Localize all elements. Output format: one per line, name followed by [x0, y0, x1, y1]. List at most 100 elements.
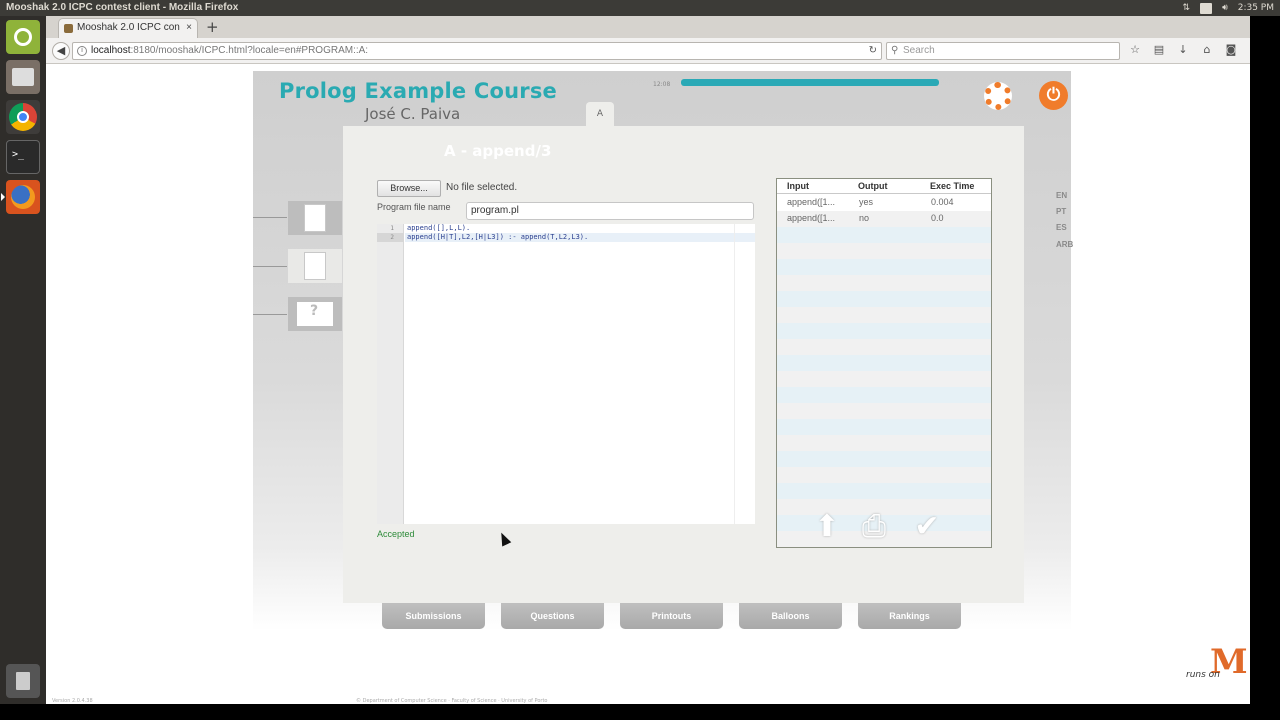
url-path: :8180/mooshak/ICPC.html?locale=en#PROGRA… [130, 45, 369, 56]
firefox-icon[interactable] [1, 180, 40, 214]
ubuntu-dash-icon[interactable] [6, 20, 40, 54]
table-stripe [777, 467, 991, 483]
volume-icon[interactable]: 🔊︎ [1222, 0, 1228, 16]
mooshak-app: Prolog Example Course José C. Paiva 12:0… [253, 71, 1073, 631]
side-connector [253, 217, 287, 218]
runs-on-text: runs on [1186, 670, 1220, 680]
table-row[interactable]: append([1... no 0.0 [777, 211, 991, 227]
clock[interactable]: 2:35 PM [1238, 0, 1274, 16]
bookmark-star-icon[interactable]: ☆ [1128, 43, 1142, 56]
problem-tab-a[interactable]: A [586, 102, 614, 126]
favicon-icon [64, 24, 73, 33]
firefox-window: Mooshak 2.0 ICPC con × + ◀ i localhost:8… [46, 16, 1250, 704]
back-button[interactable]: ◀ [52, 42, 70, 60]
print-icon[interactable]: ⎙ [857, 509, 891, 544]
col-output: Output [858, 181, 888, 191]
screen-edge [1250, 16, 1280, 704]
browser-tab[interactable]: Mooshak 2.0 ICPC con × [58, 18, 198, 38]
home-icon[interactable]: ⌂ [1200, 43, 1214, 56]
table-stripe [777, 451, 991, 467]
table-stripe [777, 387, 991, 403]
line-number: 2 [390, 234, 394, 241]
tab-submissions[interactable]: Submissions [382, 603, 485, 629]
document-icon [305, 205, 325, 231]
col-input: Input [787, 181, 809, 191]
web-page: Prolog Example Course José C. Paiva 12:0… [46, 64, 1250, 704]
results-table: Input Output Exec Time append([1... yes … [776, 178, 992, 548]
launcher: >_ [0, 16, 46, 704]
reload-icon[interactable]: ↻ [869, 43, 877, 59]
keyboard-layout-indicator[interactable]: PT [1200, 2, 1213, 14]
reading-list-icon[interactable]: ▤ [1152, 43, 1166, 56]
pocket-icon[interactable]: ◙ [1224, 43, 1238, 56]
search-placeholder: Search [903, 45, 935, 56]
search-bar[interactable]: ⚲ Search [886, 42, 1120, 60]
envelope-question-icon [297, 302, 333, 326]
edit-document-icon [305, 253, 325, 279]
lang-es[interactable]: ES [1056, 223, 1067, 232]
table-stripe [777, 243, 991, 259]
logout-power-icon[interactable]: ⏻ [1039, 81, 1068, 110]
trash-icon[interactable] [6, 664, 40, 698]
nav-bar: ◀ i localhost:8180/mooshak/ICPC.html?loc… [46, 38, 1250, 64]
table-stripe [777, 307, 991, 323]
chrome-icon[interactable] [6, 100, 40, 134]
downloads-icon[interactable]: ↓ [1176, 43, 1190, 56]
tab-questions[interactable]: Questions [501, 603, 604, 629]
files-icon[interactable] [6, 60, 40, 94]
terminal-icon[interactable]: >_ [6, 140, 40, 174]
table-stripe [777, 355, 991, 371]
search-icon: ⚲ [891, 45, 899, 56]
file-status: No file selected. [446, 182, 518, 193]
timer-label: 12:08 [653, 81, 671, 88]
cell-exec-time: 0.004 [931, 197, 954, 207]
bottom-nav: Submissions Questions Printouts Balloons… [382, 603, 961, 629]
tab-strip: Mooshak 2.0 ICPC con × + [46, 16, 1250, 38]
view-problem-button[interactable] [288, 201, 342, 235]
edit-program-button[interactable] [288, 249, 342, 283]
side-connector [253, 266, 287, 267]
table-row[interactable]: append([1... yes 0.004 [777, 195, 991, 211]
url-bar[interactable]: i localhost:8180/mooshak/ICPC.html?local… [72, 42, 882, 60]
code-line[interactable]: append([H|T],L2,[H|L3]) :- append(T,L2,L… [407, 233, 588, 242]
editor-gutter [377, 224, 404, 524]
code-editor[interactable]: 1 append([],L,L). 2 append([H|T],L2,[H|L… [377, 224, 755, 524]
table-stripe [777, 371, 991, 387]
table-stripe [777, 483, 991, 499]
runs-on-logo: M runs on [1186, 642, 1250, 704]
ask-question-button[interactable] [288, 297, 342, 331]
os-top-bar: Mooshak 2.0 ICPC contest client - Mozill… [0, 0, 1280, 16]
table-stripe [777, 339, 991, 355]
screen-edge-bottom [0, 704, 1280, 720]
tab-rankings[interactable]: Rankings [858, 603, 961, 629]
program-file-input[interactable]: program.pl [466, 202, 754, 220]
problem-panel: A - append/3 Browse... No file selected.… [343, 126, 1024, 603]
program-file-label: Program file name [377, 202, 451, 212]
site-info-icon[interactable]: i [77, 46, 87, 56]
code-line[interactable]: append([],L,L). [407, 224, 470, 233]
cell-output: yes [859, 197, 874, 207]
browse-button[interactable]: Browse... [377, 180, 441, 197]
window-title: Mooshak 2.0 ICPC contest client - Mozill… [6, 2, 239, 13]
tab-printouts[interactable]: Printouts [620, 603, 723, 629]
cell-input: append([1... [787, 197, 836, 207]
lang-pt[interactable]: PT [1056, 207, 1066, 216]
time-progress-bar [681, 79, 939, 86]
help-lifebuoy-icon[interactable] [984, 82, 1012, 110]
col-exec-time: Exec Time [930, 181, 975, 191]
table-stripe [777, 259, 991, 275]
print-margin [734, 224, 735, 524]
lang-arb[interactable]: ARB [1056, 240, 1073, 249]
network-icon[interactable]: ⇅ [1183, 0, 1191, 16]
submit-upload-icon[interactable]: ⬆ [810, 509, 844, 544]
lang-en[interactable]: EN [1056, 191, 1067, 200]
new-tab-icon[interactable]: + [206, 18, 219, 36]
validate-check-icon[interactable]: ✔ [910, 509, 944, 544]
line-number: 1 [390, 225, 394, 232]
table-stripe [777, 435, 991, 451]
url-host: localhost [91, 45, 131, 56]
author-name: José C. Paiva [365, 105, 461, 123]
tab-balloons[interactable]: Balloons [739, 603, 842, 629]
close-tab-icon[interactable]: × [186, 19, 192, 37]
table-stripe [777, 291, 991, 307]
